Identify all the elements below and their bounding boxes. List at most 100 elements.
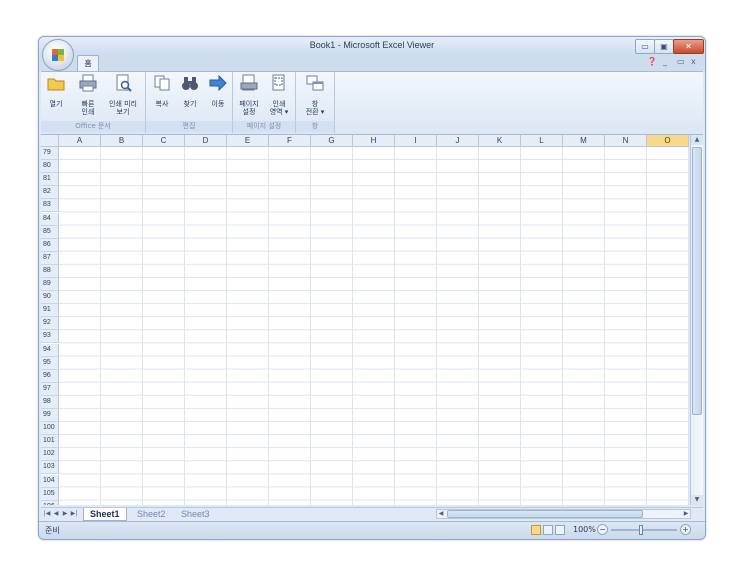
column-header-c[interactable]: C	[143, 135, 185, 147]
row-header-102[interactable]: 102	[41, 448, 59, 462]
row-header-85[interactable]: 85	[41, 225, 59, 239]
horizontal-scroll-thumb[interactable]	[447, 510, 643, 518]
zoom-out-button[interactable]: −	[597, 524, 608, 535]
vertical-scrollbar[interactable]: ▲ ▼	[690, 135, 703, 505]
find-button[interactable]: 찾기	[178, 74, 202, 108]
column-header-o[interactable]: O	[647, 135, 689, 147]
row-header-89[interactable]: 89	[41, 278, 59, 292]
select-all-corner[interactable]	[41, 135, 59, 147]
column-header-f[interactable]: F	[269, 135, 311, 147]
row-header-91[interactable]: 91	[41, 304, 59, 318]
sheet-tab-bar: |◀ ◀ ▶ ▶| Sheet1 Sheet2 Sheet3 ◀ ▶	[41, 507, 703, 521]
row-header-84[interactable]: 84	[41, 212, 59, 226]
sheet-tab-sheet1[interactable]: Sheet1	[83, 508, 127, 521]
normal-view-icon[interactable]	[531, 525, 541, 535]
zoom-slider[interactable]	[611, 529, 677, 531]
row-header-98[interactable]: 98	[41, 395, 59, 409]
column-header-a[interactable]: A	[59, 135, 101, 147]
vertical-scroll-thumb[interactable]	[692, 147, 702, 415]
horizontal-scrollbar[interactable]: ◀ ▶	[436, 509, 691, 519]
workbook-close-button[interactable]: x	[691, 57, 696, 66]
scroll-down-arrow-icon[interactable]: ▼	[691, 495, 703, 505]
minimize-button[interactable]: ▭	[635, 39, 655, 54]
row-header-106[interactable]: 106	[41, 500, 59, 505]
row-header-97[interactable]: 97	[41, 382, 59, 396]
row-header-99[interactable]: 99	[41, 409, 59, 423]
row-header-81[interactable]: 81	[41, 173, 59, 187]
sheet-tab-sheet3[interactable]: Sheet3	[175, 508, 216, 520]
zoom-level[interactable]: 100%	[573, 525, 596, 534]
page-layout-view-icon[interactable]	[543, 525, 553, 535]
page-setup-button[interactable]: 페이지 설정	[235, 74, 263, 116]
ribbon-tab-row: 홈 ❓ _ ▭ x	[39, 55, 705, 72]
goto-button[interactable]: 이동	[206, 74, 230, 108]
column-header-l[interactable]: L	[521, 135, 563, 147]
column-header-j[interactable]: J	[437, 135, 479, 147]
switch-windows-button[interactable]: 창 전환 ▾	[300, 74, 330, 116]
window-title: Book1 - Microsoft Excel Viewer	[309, 40, 435, 50]
row-header-103[interactable]: 103	[41, 461, 59, 475]
group-label-window: 창	[296, 121, 334, 132]
row-header-92[interactable]: 92	[41, 317, 59, 331]
scroll-right-arrow-icon[interactable]: ▶	[682, 510, 690, 518]
group-label-office-document: Office 문서	[41, 121, 145, 132]
column-header-h[interactable]: H	[353, 135, 395, 147]
row-header-105[interactable]: 105	[41, 487, 59, 501]
workbook-restore-button[interactable]: ▭	[677, 57, 685, 66]
row-header-93[interactable]: 93	[41, 330, 59, 344]
help-icon[interactable]: ❓	[647, 57, 657, 66]
prev-sheet-icon[interactable]: ◀	[52, 508, 60, 520]
zoom-slider-thumb[interactable]	[639, 525, 643, 535]
quick-print-button[interactable]: 빠른 인쇄	[75, 74, 101, 116]
tab-home[interactable]: 홈	[77, 55, 99, 72]
page-break-view-icon[interactable]	[555, 525, 565, 535]
worksheet-grid[interactable]: ABCDEFGHIJKLMNO 79 80 81 82 83 84 85 86 87 88 89 90…	[41, 135, 689, 505]
row-header-101[interactable]: 101	[41, 435, 59, 449]
column-header-b[interactable]: B	[101, 135, 143, 147]
column-header-e[interactable]: E	[227, 135, 269, 147]
column-header-n[interactable]: N	[605, 135, 647, 147]
maximize-button[interactable]: ▣	[654, 39, 674, 54]
row-header-95[interactable]: 95	[41, 356, 59, 370]
ribbon-group-edit: 복사 찾기 이동 편집	[146, 72, 233, 133]
row-header-100[interactable]: 100	[41, 422, 59, 436]
scroll-left-arrow-icon[interactable]: ◀	[437, 510, 445, 518]
row-header-82[interactable]: 82	[41, 186, 59, 200]
column-header-g[interactable]: G	[311, 135, 353, 147]
row-header-96[interactable]: 96	[41, 369, 59, 383]
row-header-90[interactable]: 90	[41, 291, 59, 305]
print-preview-button[interactable]: 인쇄 미리 보기	[105, 74, 141, 116]
first-sheet-icon[interactable]: |◀	[43, 508, 51, 520]
title-bar: Book1 - Microsoft Excel Viewer ▭ ▣ ✕	[39, 37, 705, 55]
scroll-up-arrow-icon[interactable]: ▲	[691, 135, 703, 145]
status-ready: 준비	[45, 526, 60, 535]
column-header-d[interactable]: D	[185, 135, 227, 147]
row-header-87[interactable]: 87	[41, 251, 59, 265]
row-header-80[interactable]: 80	[41, 160, 59, 174]
next-sheet-icon[interactable]: ▶	[61, 508, 69, 520]
row-header-86[interactable]: 86	[41, 238, 59, 252]
office-button[interactable]	[42, 39, 74, 71]
zoom-in-button[interactable]: +	[680, 524, 691, 535]
column-header-m[interactable]: M	[563, 135, 605, 147]
copy-icon	[154, 75, 170, 91]
status-bar: 준비 100% − +	[39, 521, 705, 539]
column-header-k[interactable]: K	[479, 135, 521, 147]
printer-icon	[79, 74, 97, 92]
last-sheet-icon[interactable]: ▶|	[70, 508, 78, 520]
sheet-tab-sheet2[interactable]: Sheet2	[131, 508, 172, 520]
close-button[interactable]: ✕	[673, 39, 704, 54]
ribbon-group-office-document: 열기 빠른 인쇄 인쇄 미리 보기 Office 문서	[41, 72, 146, 133]
row-header-88[interactable]: 88	[41, 264, 59, 278]
folder-icon	[47, 78, 65, 91]
row-header-94[interactable]: 94	[41, 343, 59, 357]
cell-area[interactable]	[59, 147, 689, 505]
row-header-104[interactable]: 104	[41, 474, 59, 488]
open-button[interactable]: 열기	[45, 74, 67, 108]
workbook-minimize-button[interactable]: _	[663, 57, 667, 66]
copy-button[interactable]: 복사	[150, 74, 174, 108]
row-header-83[interactable]: 83	[41, 199, 59, 213]
row-header-79[interactable]: 79	[41, 147, 59, 161]
column-header-i[interactable]: I	[395, 135, 437, 147]
print-area-button[interactable]: 인쇄 영역 ▾	[264, 74, 294, 116]
